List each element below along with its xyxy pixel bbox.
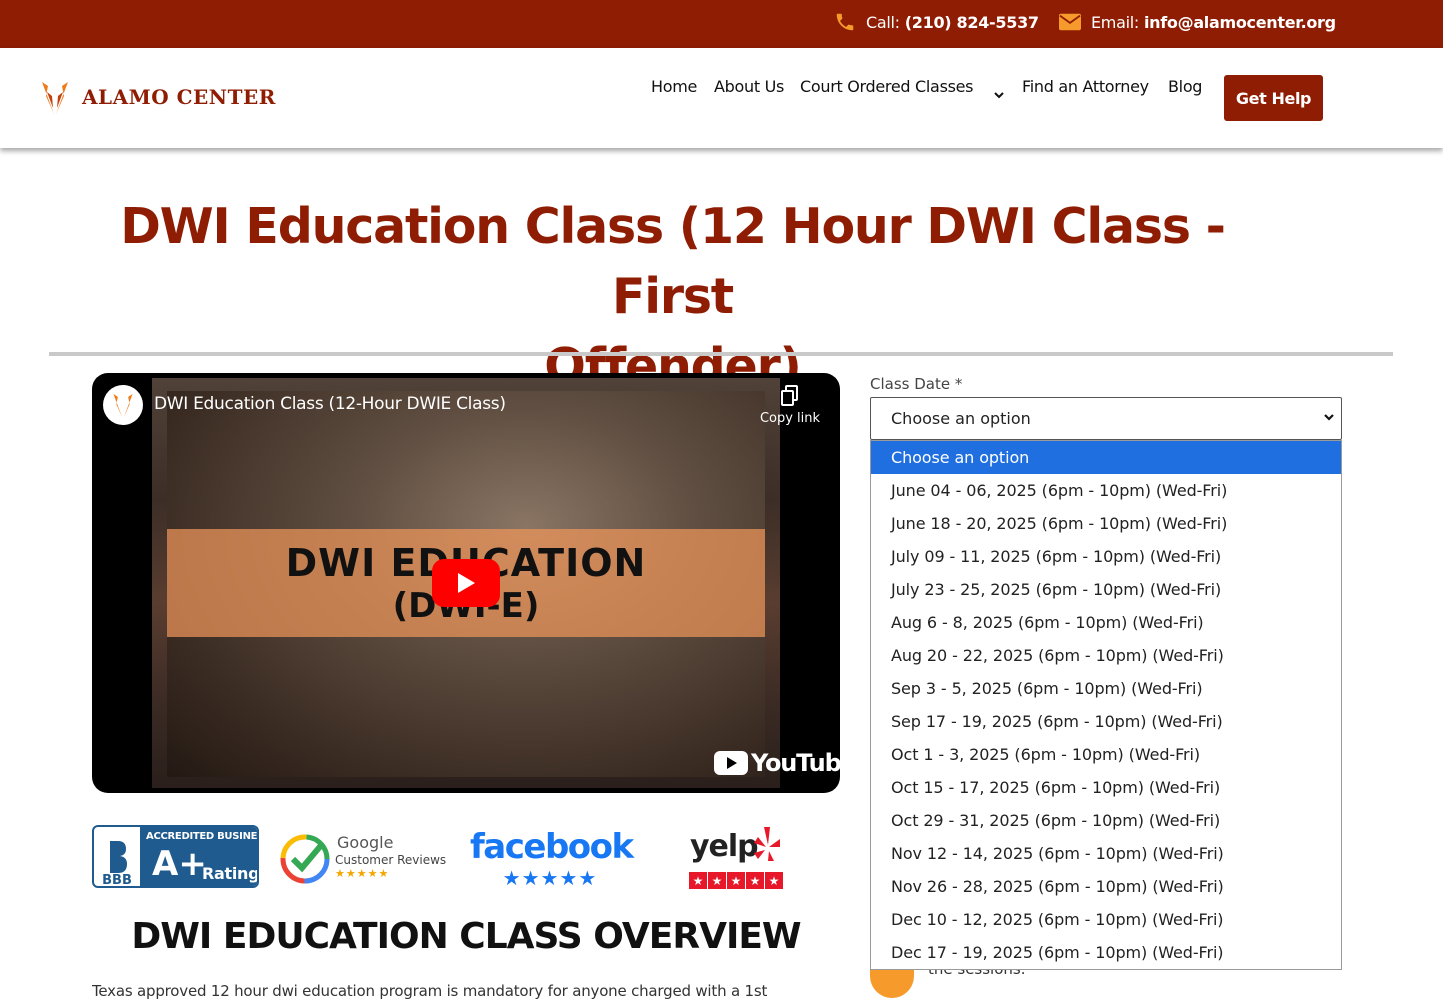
overview-heading: DWI EDUCATION CLASS OVERVIEW <box>131 916 801 957</box>
phone-label: Call: <box>866 12 900 32</box>
site-header: ALAMO CENTER Home About Us Court Ordered… <box>0 48 1443 148</box>
logo-text: ALAMO CENTER <box>82 85 276 109</box>
nav-blog[interactable]: Blog <box>1168 77 1202 96</box>
phone-number[interactable]: (210) 824-5537 <box>905 13 1039 32</box>
phone-contact[interactable]: Call: (210) 824-5537 <box>834 0 1039 44</box>
top-contact-bar: Call: (210) 824-5537 Email: info@alamoce… <box>0 0 1443 48</box>
youtube-wordmark: YouTube <box>751 749 840 777</box>
required-mark: * <box>954 375 963 393</box>
nav-home[interactable]: Home <box>651 77 697 96</box>
chevron-down-icon[interactable] <box>993 91 1005 101</box>
google-check-icon <box>280 834 330 884</box>
nav-court-ordered-classes[interactable]: Court Ordered Classes <box>800 77 974 96</box>
google-stars: ★★★★★ <box>335 867 390 880</box>
bbb-torch-icon <box>110 841 127 873</box>
youtube-logo[interactable]: YouTube <box>714 749 840 777</box>
nav-about-us[interactable]: About Us <box>714 77 784 96</box>
class-date-option[interactable]: June 04 - 06, 2025 (6pm - 10pm) (Wed-Fri… <box>871 474 1341 507</box>
class-date-options-list[interactable]: Choose an option June 04 - 06, 2025 (6pm… <box>870 440 1342 970</box>
phone-icon <box>836 13 854 31</box>
site-logo[interactable]: ALAMO CENTER <box>38 78 276 116</box>
overview-paragraph: Texas approved 12 hour dwi education pro… <box>92 982 768 1000</box>
nav-find-an-attorney[interactable]: Find an Attorney <box>1022 77 1149 96</box>
class-date-select[interactable]: Choose an option <box>870 397 1342 440</box>
google-brand: Google <box>337 833 394 852</box>
star-icon: ★ <box>689 872 707 889</box>
orange-circle-icon <box>870 970 914 998</box>
star-icon: ★ <box>727 872 745 889</box>
youtube-video-embed[interactable]: DWI EDUCATION (DWI-E) DWI Education Clas… <box>92 373 840 793</box>
email-address[interactable]: info@alamocenter.org <box>1144 13 1336 32</box>
star-icon: ★ <box>765 872 783 889</box>
wings-logo-icon <box>113 393 133 418</box>
class-date-option[interactable]: July 09 - 11, 2025 (6pm - 10pm) (Wed-Fri… <box>871 540 1341 573</box>
email-label: Email: <box>1091 12 1139 32</box>
class-date-selected-value: Choose an option <box>891 409 1031 428</box>
star-icon: ★ <box>746 872 764 889</box>
copy-link-button[interactable]: Copy link <box>759 385 821 426</box>
class-date-option[interactable]: Sep 3 - 5, 2025 (6pm - 10pm) (Wed-Fri) <box>871 672 1341 705</box>
bbb-accredited-text: ACCREDITED BUSINESS <box>146 831 259 842</box>
class-date-option[interactable]: Nov 12 - 14, 2025 (6pm - 10pm) (Wed-Fri) <box>871 837 1341 870</box>
class-date-option[interactable]: Oct 15 - 17, 2025 (6pm - 10pm) (Wed-Fri) <box>871 771 1341 804</box>
page-title-line1: DWI Education Class (12 Hour DWI Class -… <box>120 198 1226 325</box>
facebook-stars: ★★★★★ <box>502 866 598 890</box>
yelp-badge[interactable]: yelp ★ ★ ★ ★ ★ <box>688 825 784 891</box>
class-date-option[interactable]: Oct 29 - 31, 2025 (6pm - 10pm) (Wed-Fri) <box>871 804 1341 837</box>
copy-icon <box>781 385 798 406</box>
bbb-badge[interactable]: BBB ACCREDITED BUSINESS A+ Rating <box>92 825 259 888</box>
bbb-rating-text: Rating <box>202 864 259 883</box>
class-date-option[interactable]: Nov 26 - 28, 2025 (6pm - 10pm) (Wed-Fri) <box>871 870 1341 903</box>
google-reviews-text: Customer Reviews <box>335 853 447 867</box>
class-date-option[interactable]: Sep 17 - 19, 2025 (6pm - 10pm) (Wed-Fri) <box>871 705 1341 738</box>
class-date-option[interactable]: Aug 20 - 22, 2025 (6pm - 10pm) (Wed-Fri) <box>871 639 1341 672</box>
class-date-label: Class Date * <box>870 375 962 393</box>
facebook-badge[interactable]: facebook ★★★★★ <box>470 825 634 890</box>
class-date-option[interactable]: Dec 17 - 19, 2025 (6pm - 10pm) (Wed-Fri) <box>871 936 1341 969</box>
class-date-option[interactable]: Dec 10 - 12, 2025 (6pm - 10pm) (Wed-Fri) <box>871 903 1341 936</box>
class-date-option[interactable]: Aug 6 - 8, 2025 (6pm - 10pm) (Wed-Fri) <box>871 606 1341 639</box>
yelp-burst-icon <box>754 827 780 861</box>
bbb-rating-panel: ACCREDITED BUSINESS A+ Rating <box>140 827 259 886</box>
bbb-seal: BBB <box>94 827 140 888</box>
video-title[interactable]: DWI Education Class (12-Hour DWIE Class) <box>154 394 506 414</box>
star-icon: ★ <box>708 872 726 889</box>
copy-link-label: Copy link <box>759 411 821 426</box>
youtube-play-icon <box>714 751 748 775</box>
class-date-option[interactable]: Choose an option <box>871 441 1341 474</box>
class-date-option[interactable]: June 18 - 20, 2025 (6pm - 10pm) (Wed-Fri… <box>871 507 1341 540</box>
trust-badges: BBB ACCREDITED BUSINESS A+ Rating Google… <box>92 825 792 891</box>
yelp-stars: ★ ★ ★ ★ ★ <box>689 872 783 889</box>
class-date-label-text: Class Date <box>870 375 951 393</box>
envelope-icon <box>1059 13 1081 31</box>
wings-logo-icon <box>42 82 68 114</box>
email-contact[interactable]: Email: info@alamocenter.org <box>1059 0 1336 44</box>
chevron-down-icon <box>1324 414 1334 421</box>
yelp-wordmark: yelp <box>690 829 759 864</box>
play-button[interactable] <box>432 559 500 607</box>
page-title: DWI Education Class (12 Hour DWI Class -… <box>60 192 1285 402</box>
play-icon <box>458 573 475 593</box>
google-reviews-badge[interactable]: Google Customer Reviews ★★★★★ <box>279 831 449 887</box>
class-date-option[interactable]: Oct 1 - 3, 2025 (6pm - 10pm) (Wed-Fri) <box>871 738 1341 771</box>
bbb-grade: A+ <box>152 844 207 884</box>
channel-avatar[interactable] <box>103 385 143 425</box>
facebook-wordmark: facebook <box>470 827 634 867</box>
class-date-option[interactable]: July 23 - 25, 2025 (6pm - 10pm) (Wed-Fri… <box>871 573 1341 606</box>
bbb-abbr: BBB <box>102 873 132 888</box>
title-divider <box>49 352 1393 356</box>
get-help-button[interactable]: Get Help <box>1224 75 1323 121</box>
